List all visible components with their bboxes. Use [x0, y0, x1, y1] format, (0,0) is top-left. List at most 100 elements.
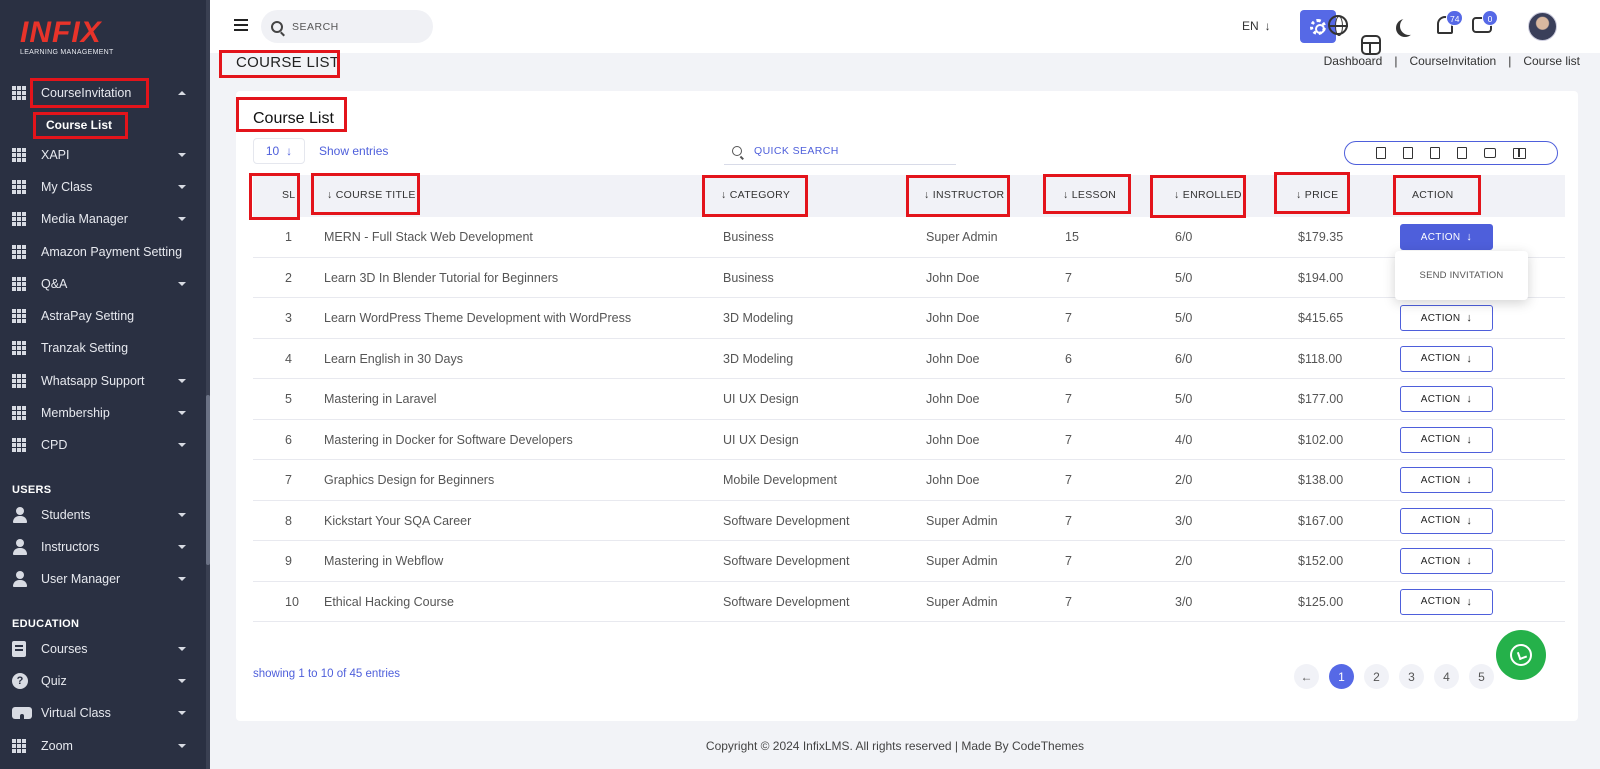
columns-icon[interactable]: [1513, 147, 1526, 159]
globe-icon[interactable]: [1328, 15, 1348, 36]
whatsapp-button[interactable]: [1496, 630, 1546, 680]
cell-course-title: Learn WordPress Theme Development with W…: [324, 311, 632, 325]
cell-course-title: Graphics Design for Beginners: [324, 473, 495, 487]
sidebar-item-tranzak[interactable]: Tranzak Setting: [0, 334, 206, 362]
menu-icon[interactable]: [234, 19, 248, 31]
quick-search-input[interactable]: [754, 145, 944, 157]
sidebar-item-membership[interactable]: Membership: [0, 399, 206, 427]
page-button-5[interactable]: 5: [1469, 664, 1494, 689]
action-button[interactable]: ACTION ↓: [1400, 467, 1493, 493]
sidebar-item-xapi[interactable]: XAPI: [0, 141, 206, 169]
header-lesson[interactable]: ↓ LESSON: [1063, 189, 1116, 201]
sidebar-item-amazon-payment[interactable]: Amazon Payment Setting: [0, 238, 206, 266]
action-button[interactable]: ACTION ↓: [1400, 305, 1493, 331]
cell-instructor: Super Admin: [926, 594, 998, 609]
chevron-up-icon: [178, 91, 186, 95]
grid-icon: [12, 739, 28, 753]
card-title: Course List: [253, 110, 334, 127]
avatar[interactable]: [1528, 12, 1557, 41]
sidebar-scrollbar[interactable]: [206, 0, 210, 769]
sidebar-item-students[interactable]: Students: [0, 501, 206, 529]
header-enrolled[interactable]: ↓ ENROLLED: [1174, 189, 1242, 201]
sidebar: INFIX LEARNING MANAGEMENT CourseInvitati…: [0, 0, 210, 769]
sidebar-item-quiz[interactable]: ? Quiz: [0, 667, 206, 695]
sidebar-item-media-manager[interactable]: Media Manager: [0, 205, 206, 233]
cell-category: UI UX Design: [723, 392, 799, 406]
quick-search[interactable]: [724, 138, 956, 165]
action-button[interactable]: ACTION ↓: [1400, 507, 1493, 534]
table-row: 5 Mastering in Laravel UI UX Design John Do…: [253, 379, 1565, 420]
cell-sl: 2: [285, 270, 292, 285]
sidebar-item-label: Instructors: [41, 540, 100, 554]
csv-icon[interactable]: [1430, 147, 1440, 159]
sidebar-item-astrapay[interactable]: AstraPay Setting: [0, 302, 206, 330]
sidebar-item-qa[interactable]: Q&A: [0, 270, 206, 298]
header-category-label: CATEGORY: [729, 189, 791, 201]
sidebar-item-whatsapp-support[interactable]: Whatsapp Support: [0, 367, 206, 395]
action-button[interactable]: ACTION ↓: [1400, 548, 1493, 574]
cell-lesson: 7: [1065, 311, 1072, 325]
pagination-info: showing 1 to 10 of 45 entries: [253, 668, 401, 680]
grid-icon: [12, 148, 28, 162]
arrow-down-icon: ↓: [327, 189, 336, 201]
sidebar-item-label: Q&A: [41, 277, 68, 291]
sidebar-item-courseinvitation[interactable]: CourseInvitation: [0, 79, 206, 107]
action-button[interactable]: ACTION ↓: [1400, 345, 1493, 372]
breadcrumb-courseinvitation[interactable]: CourseInvitation: [1409, 54, 1496, 68]
sidebar-item-cpd[interactable]: CPD: [0, 431, 206, 459]
sidebar-item-courses[interactable]: Courses: [0, 635, 206, 663]
sidebar-item-zoom[interactable]: Zoom: [0, 732, 206, 760]
page-button-2[interactable]: 2: [1364, 664, 1389, 689]
header-course-title[interactable]: ↓ COURSE TITLE: [327, 189, 416, 201]
header-price-label: PRICE: [1304, 189, 1339, 201]
logo[interactable]: INFIX LEARNING MANAGEMENT: [20, 18, 114, 57]
chevron-down-icon: [178, 217, 186, 221]
sidebar-item-virtual-class[interactable]: Virtual Class: [0, 699, 206, 727]
sidebar-subitem-course-list[interactable]: Course List: [46, 118, 112, 132]
page-button-1[interactable]: 1: [1329, 664, 1354, 689]
header-enrolled-label: ENROLLED: [1182, 189, 1242, 201]
search-input[interactable]: [292, 20, 422, 33]
action-button[interactable]: ACTION ↓: [1400, 224, 1493, 250]
grid-icon: [12, 341, 28, 355]
prev-page-button[interactable]: ←: [1294, 664, 1319, 689]
sidebar-item-user-manager[interactable]: User Manager: [0, 565, 206, 593]
cell-course-title: MERN - Full Stack Web Development: [324, 230, 533, 244]
sidebar-scroll-thumb[interactable]: [206, 395, 210, 565]
layout-icon[interactable]: [1361, 35, 1381, 55]
page-button-4[interactable]: 4: [1434, 664, 1459, 689]
pdf-icon[interactable]: [1457, 147, 1467, 159]
cell-enrolled: 4/0: [1175, 432, 1193, 447]
send-invitation-option[interactable]: SEND INVITATION: [1420, 270, 1504, 281]
header-lesson-label: LESSON: [1071, 189, 1117, 201]
moon-icon[interactable]: [1400, 17, 1418, 35]
print-icon[interactable]: [1484, 148, 1496, 158]
arrow-down-icon: ↓: [1466, 433, 1473, 446]
sidebar-item-instructors[interactable]: Instructors: [0, 533, 206, 561]
breadcrumb-dashboard[interactable]: Dashboard: [1324, 54, 1383, 68]
copy-icon[interactable]: [1376, 147, 1386, 159]
cell-instructor: John Doe: [926, 473, 980, 487]
sidebar-item-my-class[interactable]: My Class: [0, 173, 206, 201]
chevron-down-icon: [178, 679, 186, 683]
header-instructor[interactable]: ↓ INSTRUCTOR: [924, 189, 1004, 201]
sidebar-item-label: Zoom: [41, 739, 73, 753]
header-sl[interactable]: SL: [282, 189, 295, 201]
action-button[interactable]: ACTION ↓: [1400, 588, 1493, 615]
sidebar-item-label: CPD: [41, 438, 68, 452]
grid-icon: [12, 374, 28, 388]
topbar: EN ↓ 74 0: [210, 0, 1600, 55]
header-category[interactable]: ↓ CATEGORY: [721, 189, 790, 201]
action-button-label: ACTION: [1420, 474, 1461, 486]
arrow-down-icon: ↓: [1466, 352, 1473, 365]
action-button[interactable]: ACTION ↓: [1400, 386, 1493, 412]
language-selector[interactable]: EN ↓: [1242, 19, 1271, 33]
search-bar[interactable]: [261, 10, 433, 43]
cell-course-title: Ethical Hacking Course: [324, 594, 454, 609]
page-button-3[interactable]: 3: [1399, 664, 1424, 689]
entries-select[interactable]: 10 ↓: [253, 138, 305, 164]
cell-price: $179.35: [1298, 230, 1344, 244]
excel-icon[interactable]: [1403, 147, 1413, 159]
action-button[interactable]: ACTION ↓: [1400, 426, 1493, 453]
header-price[interactable]: ↓ PRICE: [1296, 189, 1338, 201]
